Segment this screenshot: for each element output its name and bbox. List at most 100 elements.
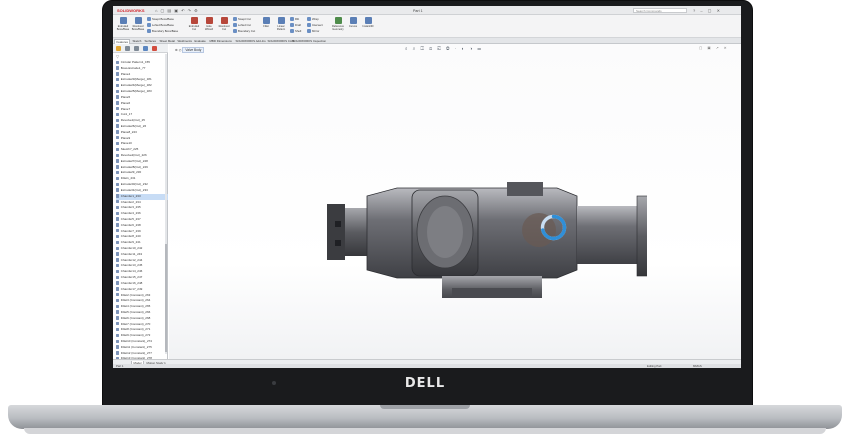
feature-icon: [116, 182, 120, 186]
property-manager-icon[interactable]: [125, 46, 130, 51]
search-input[interactable]: Search Commands: [633, 8, 687, 13]
extruded-cut-button[interactable]: Extruded Cut: [187, 16, 201, 36]
window-controls[interactable]: ? – ▢ ✕: [693, 8, 722, 13]
lofted-cut-button[interactable]: Lofted Cut: [233, 23, 251, 28]
feature-icon: [116, 263, 120, 268]
screen: SOLIDWORKS ⌂ ▢ ▤ ▣ ↶ ↷ ⚙ Part 1 Search C…: [113, 6, 741, 368]
feature-icon: [116, 246, 120, 250]
tab-addins[interactable]: SOLIDWORKS Add-Ins: [234, 39, 267, 44]
dimxpert-icon[interactable]: [143, 46, 148, 51]
swept-boss-button[interactable]: Swept Boss/Base: [147, 17, 174, 22]
revolve-icon: [134, 17, 142, 24]
viewport-controls[interactable]: ▢ ▣ ↗ ✕: [699, 46, 729, 50]
hole-wizard-button[interactable]: Hole Wizard: [202, 16, 216, 36]
feature-icon: [116, 258, 120, 262]
extruded-boss-button[interactable]: Extruded Boss/Base: [116, 16, 130, 36]
tree-item-label: Chamfer14_246: [120, 269, 143, 274]
revolved-cut-button[interactable]: Revolved Cut: [217, 16, 231, 36]
tab-inspection[interactable]: SOLIDWORKS Inspection: [291, 39, 328, 44]
tree-item-label: Extrude30(Cut)_232: [120, 182, 148, 187]
wrap-button[interactable]: Wrap: [307, 17, 319, 22]
valve-body-model[interactable]: [327, 168, 647, 298]
feature-icon: [116, 194, 120, 198]
boundary-boss-button[interactable]: Boundary Boss/Base: [147, 29, 178, 34]
tree-item-label: Cut1_17: [120, 112, 133, 117]
tab-evaluate[interactable]: Evaluate: [193, 39, 207, 44]
feature-icon: [116, 345, 120, 349]
tree-item-label: Fillet3 (Constant)_264: [120, 298, 151, 303]
swept-cut-button[interactable]: Swept Cut: [233, 17, 251, 22]
tab-weldments[interactable]: Weldments: [176, 39, 193, 44]
tree-item-label: Extrude23(Merge)_181: [120, 77, 152, 82]
cut-icon: [190, 17, 198, 24]
tab-mbd-dimensions[interactable]: MBD Dimensions: [208, 39, 233, 44]
lofted-boss-button[interactable]: Lofted Boss/Base: [147, 23, 174, 28]
feature-icon: [116, 316, 120, 320]
draft-button[interactable]: Draft: [290, 23, 301, 28]
status-document: Part 1: [116, 364, 124, 368]
app-logo[interactable]: SOLIDWORKS: [117, 8, 145, 13]
fillet-icon: [262, 17, 270, 24]
feature-icon: [116, 304, 120, 309]
shell-button[interactable]: Shell: [290, 29, 301, 34]
instant3d-button[interactable]: Instant3D: [361, 16, 375, 36]
feature-icon: [116, 136, 120, 140]
tree-item-label: Fillet12 (Constant)_277: [120, 350, 152, 355]
feature-icon: [116, 130, 120, 134]
linear-pattern-button[interactable]: Linear Pattern: [274, 16, 288, 36]
feature-icon: [116, 66, 120, 70]
title-bar: SOLIDWORKS ⌂ ▢ ▤ ▣ ↶ ↷ ⚙ Part 1 Search C…: [113, 6, 741, 15]
reference-geometry-button[interactable]: Reference Geometry: [331, 16, 345, 36]
tab-sketch[interactable]: Sketch: [131, 39, 143, 44]
breadcrumb-item[interactable]: Valve Body: [182, 47, 205, 53]
heads-up-toolbar[interactable]: ⌕ ⌕ ◫ ⊡ ◰ ◎ · ◐ ◑ ▭: [405, 46, 483, 51]
mirror-button[interactable]: Mirror: [307, 29, 319, 34]
tree-item-label: Fillet4 (Constant)_265: [120, 304, 151, 309]
scrollbar-thumb[interactable]: [165, 244, 167, 352]
tree-item-label: Plane4: [120, 71, 131, 76]
curve-icon: [349, 17, 357, 24]
tab-surfaces[interactable]: Surfaces: [143, 39, 157, 44]
feature-icon: [116, 333, 120, 338]
feature-icon: [116, 339, 120, 343]
tree-item-label: Chamfer7_239: [120, 228, 141, 233]
brand-logo: DELL: [404, 376, 446, 391]
breadcrumb[interactable]: ⚙ ◴ Valve Body: [175, 47, 205, 53]
tree-item-label: Fillet9 (Constant)_272: [120, 333, 151, 338]
curves-button[interactable]: Curves: [346, 16, 360, 36]
intersect-button[interactable]: Intersect: [307, 23, 323, 28]
tree-item-label: Fillet7 (Constant)_270: [120, 321, 151, 326]
tree-item-label: Chamfer8_240: [120, 234, 141, 239]
boundary-cut-button[interactable]: Boundary Cut: [233, 29, 255, 34]
feature-icon: [116, 269, 120, 274]
feature-icon: [116, 223, 120, 227]
feature-tree-icon[interactable]: [116, 46, 121, 51]
feature-icon: [116, 217, 120, 221]
feature-icon: [116, 89, 120, 93]
feature-icon: [116, 298, 120, 303]
feature-icon: [116, 293, 120, 297]
tree-item-label: Extrude27(Cut)_228: [120, 158, 148, 163]
configuration-icon[interactable]: [134, 46, 139, 51]
display-manager-icon[interactable]: [152, 46, 157, 51]
quick-access-toolbar[interactable]: ⌂ ▢ ▤ ▣ ↶ ↷ ⚙: [155, 8, 199, 13]
tab-sheet-metal[interactable]: Sheet Metal: [158, 39, 176, 44]
feature-icon: [116, 159, 120, 163]
status-units[interactable]: MMGS: [693, 364, 702, 368]
tree-item-label: Plane7: [120, 106, 131, 111]
filter-icon[interactable]: ▽: [116, 54, 119, 59]
graphics-area[interactable]: ⚙ ◴ Valve Body ⌕ ⌕ ◫ ⊡ ◰ ◎ · ◐ ◑ ▭ ▢ ▣ ↗…: [169, 44, 741, 359]
tree-item-label: Fillet6 (Constant)_268: [120, 315, 151, 320]
fillet-button[interactable]: Fillet: [259, 16, 273, 36]
tab-features[interactable]: Features: [114, 38, 131, 44]
feature-icon: [116, 141, 120, 146]
feature-icon: [116, 240, 120, 245]
revolved-boss-button[interactable]: Revolved Boss/Base: [131, 16, 145, 36]
plane-icon: [334, 17, 342, 24]
feature-icon: [116, 351, 120, 355]
feature-icon: [116, 281, 120, 285]
rib-button[interactable]: Rib: [290, 17, 299, 22]
feature-icon: [116, 176, 120, 181]
feature-icon: [116, 101, 120, 105]
feature-icon: [116, 83, 120, 88]
